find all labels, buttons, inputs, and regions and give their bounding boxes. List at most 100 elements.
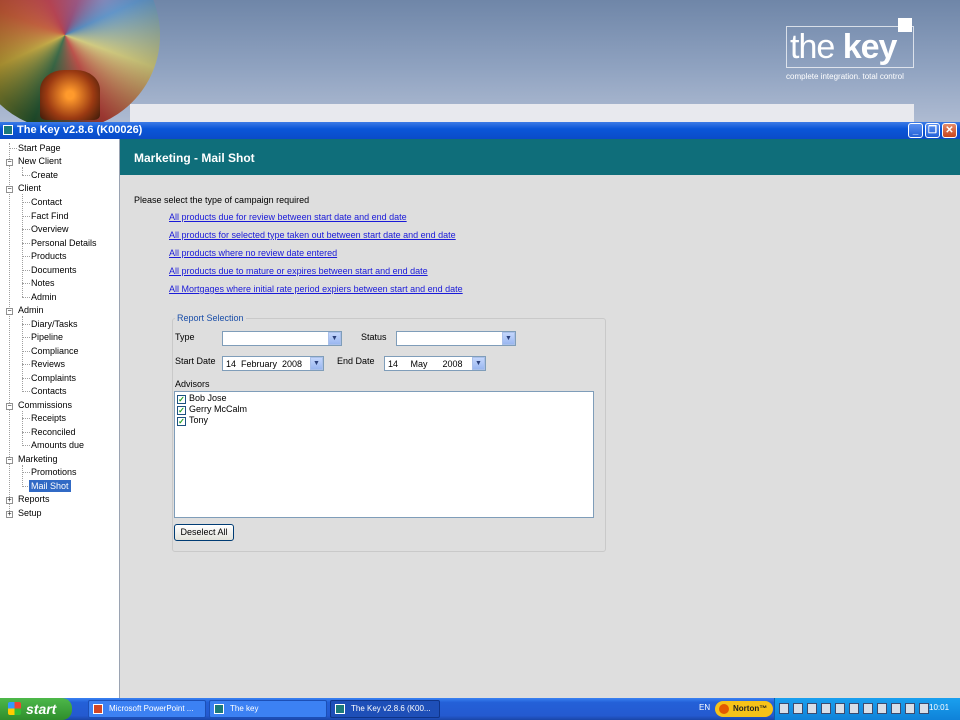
start-date-picker[interactable]: 14 February 2008 ▼: [222, 356, 324, 371]
start-label: start: [26, 701, 57, 717]
tree-item-marketing[interactable]: Marketing: [18, 453, 58, 465]
taskbar-item-powerpoint[interactable]: Microsoft PowerPoint ...: [88, 700, 206, 718]
tray-security-icon[interactable]: [807, 703, 817, 714]
tree-item-personal-details[interactable]: Personal Details: [31, 237, 97, 249]
tree-expander-client[interactable]: −: [6, 186, 13, 193]
task-label: The Key v2.8.6 (K00...: [351, 704, 431, 713]
restore-button[interactable]: ❐: [925, 123, 940, 138]
end-date-picker[interactable]: 14 May 2008 ▼: [384, 356, 486, 371]
tree-item-new-client[interactable]: New Client: [18, 155, 62, 167]
chevron-down-icon[interactable]: ▼: [328, 332, 341, 345]
chevron-down-icon[interactable]: ▼: [310, 357, 323, 370]
tree-item-products[interactable]: Products: [31, 250, 67, 262]
clock[interactable]: 10:01: [929, 703, 949, 712]
tree-item-reports[interactable]: Reports: [18, 493, 50, 505]
tree-expander-new-client[interactable]: −: [6, 159, 13, 166]
tree-item-fact-find[interactable]: Fact Find: [31, 210, 69, 222]
tray-monitor-icon[interactable]: [905, 703, 915, 714]
advisors-label: Advisors: [175, 379, 210, 389]
brand-logo: the key complete integration. total cont…: [786, 18, 914, 88]
desktop-banner: the key complete integration. total cont…: [0, 0, 960, 122]
windows-flag-icon: [8, 702, 21, 715]
tree-connector: [9, 148, 17, 149]
tree-item-setup[interactable]: Setup: [18, 507, 42, 519]
tree-branch-line: [22, 167, 23, 175]
start-date-value: 14 February 2008: [226, 359, 303, 369]
taskbar-item-the-key[interactable]: The key: [209, 700, 327, 718]
tree-item-create[interactable]: Create: [31, 169, 58, 181]
tree-item-promotions[interactable]: Promotions: [31, 466, 77, 478]
tree-item-contacts[interactable]: Contacts: [31, 385, 67, 397]
campaign-link-no-review-date[interactable]: All products where no review date entere…: [169, 248, 337, 258]
tree-connector: [22, 270, 30, 271]
advisor-row-tony[interactable]: ✓ Tony: [177, 415, 208, 426]
minimize-button[interactable]: _: [908, 123, 923, 138]
app-icon: [335, 704, 345, 714]
tree-item-diary-tasks[interactable]: Diary/Tasks: [31, 318, 78, 330]
tray-update-icon[interactable]: [863, 703, 873, 714]
tree-item-contact[interactable]: Contact: [31, 196, 62, 208]
tree-expander-commissions[interactable]: −: [6, 403, 13, 410]
tree-item-admin[interactable]: Admin: [18, 304, 44, 316]
tree-expander-setup[interactable]: +: [6, 511, 13, 518]
main-panel: Marketing - Mail Shot Please select the …: [120, 139, 960, 698]
tray-device-icon[interactable]: [877, 703, 887, 714]
tree-item-client[interactable]: Client: [18, 182, 41, 194]
tree-item-reconciled[interactable]: Reconciled: [31, 426, 76, 438]
start-button[interactable]: start: [0, 698, 72, 720]
checkbox-checked-icon[interactable]: ✓: [177, 417, 186, 426]
taskbar-item-the-key-app[interactable]: The Key v2.8.6 (K00...: [330, 700, 440, 718]
type-select[interactable]: ▼: [222, 331, 342, 346]
task-label: The key: [230, 704, 259, 713]
tree-expander-reports[interactable]: +: [6, 497, 13, 504]
tree-connector: [22, 243, 30, 244]
tree-item-client-admin[interactable]: Admin: [31, 291, 57, 303]
advisors-checklist[interactable]: ✓ Bob Jose ✓ Gerry McCalm ✓ Tony: [174, 391, 594, 518]
advisor-row-bob-jose[interactable]: ✓ Bob Jose: [177, 393, 227, 404]
tree-item-receipts[interactable]: Receipts: [31, 412, 66, 424]
tree-item-reviews[interactable]: Reviews: [31, 358, 65, 370]
tray-display-icon[interactable]: [849, 703, 859, 714]
chevron-down-icon[interactable]: ▼: [472, 357, 485, 370]
tree-item-compliance[interactable]: Compliance: [31, 345, 79, 357]
campaign-link-type-taken-out[interactable]: All products for selected type taken out…: [169, 230, 456, 240]
tree-item-amounts-due[interactable]: Amounts due: [31, 439, 84, 451]
checkbox-checked-icon[interactable]: ✓: [177, 395, 186, 404]
advisor-row-gerry-mccalm[interactable]: ✓ Gerry McCalm: [177, 404, 247, 415]
close-button[interactable]: ✕: [942, 123, 957, 138]
campaign-link-mature-expire[interactable]: All products due to mature or expires be…: [169, 266, 428, 276]
tree-item-overview[interactable]: Overview: [31, 223, 69, 235]
tree-item-start-page[interactable]: Start Page: [18, 142, 61, 154]
tray-app-icon[interactable]: [821, 703, 831, 714]
campaign-link-mortgage-rate-expiry[interactable]: All Mortgages where initial rate period …: [169, 284, 463, 294]
app-icon[interactable]: [3, 125, 13, 135]
norton-button[interactable]: Norton™: [715, 701, 773, 717]
deselect-all-button[interactable]: Deselect All: [174, 524, 234, 541]
tree-expander-admin[interactable]: −: [6, 308, 13, 315]
tree-expander-marketing[interactable]: −: [6, 457, 13, 464]
tree-item-pipeline[interactable]: Pipeline: [31, 331, 63, 343]
checkbox-checked-icon[interactable]: ✓: [177, 406, 186, 415]
report-selection-legend: Report Selection: [175, 313, 246, 323]
tray-usb-icon[interactable]: [919, 703, 929, 714]
tree-item-commissions[interactable]: Commissions: [18, 399, 72, 411]
powerpoint-icon: [93, 704, 103, 714]
tray-network-icon[interactable]: [793, 703, 803, 714]
status-select[interactable]: ▼: [396, 331, 516, 346]
campaign-link-review-due[interactable]: All products due for review between star…: [169, 212, 407, 222]
title-bar[interactable]: The Key v2.8.6 (K00026) _ ❐ ✕: [0, 122, 960, 139]
tree-branch-line: [22, 194, 23, 297]
tray-printer-icon[interactable]: [891, 703, 901, 714]
tree-connector: [22, 216, 30, 217]
tree-item-notes[interactable]: Notes: [31, 277, 55, 289]
tree-item-documents[interactable]: Documents: [31, 264, 77, 276]
tree-item-mail-shot[interactable]: Mail Shot: [29, 480, 71, 492]
tree-connector: [22, 418, 30, 419]
language-indicator[interactable]: EN: [699, 703, 710, 712]
tree-item-complaints[interactable]: Complaints: [31, 372, 76, 384]
chevron-down-icon[interactable]: ▼: [502, 332, 515, 345]
tree-connector: [22, 256, 30, 257]
task-label: Microsoft PowerPoint ...: [109, 704, 194, 713]
tray-back-icon[interactable]: [779, 703, 789, 714]
tray-volume-icon[interactable]: [835, 703, 845, 714]
